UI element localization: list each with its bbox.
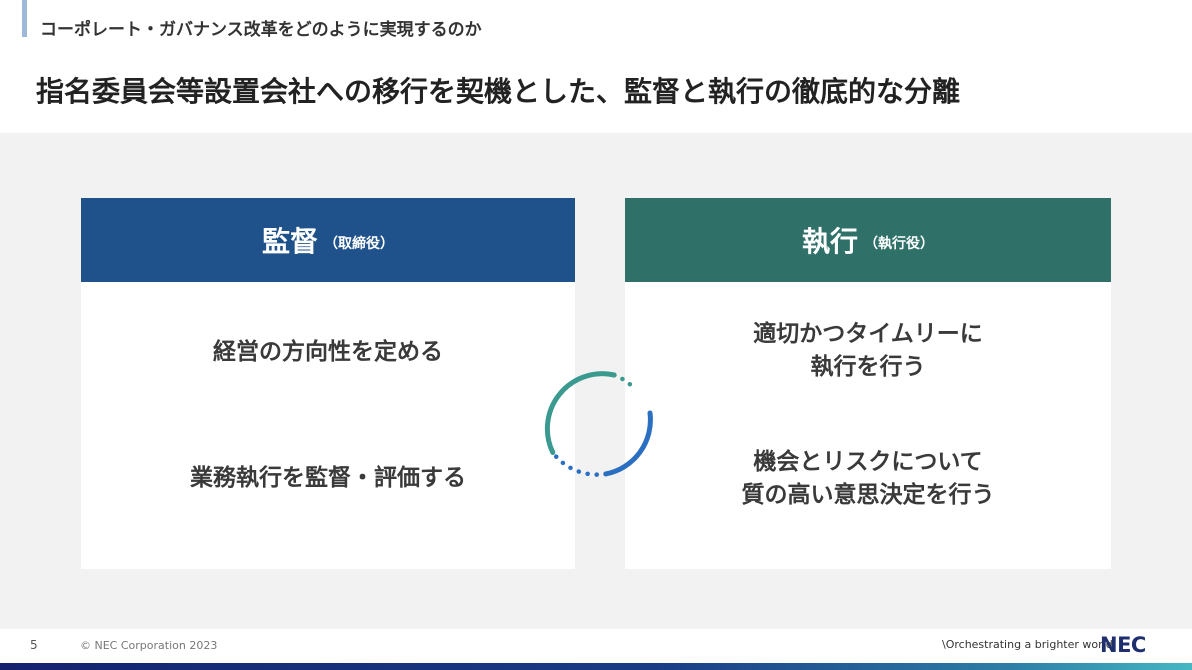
supervision-heading: 監督 bbox=[261, 225, 318, 258]
supervision-header: 監督 （取締役） bbox=[81, 198, 575, 282]
cycle-dots-teal bbox=[611, 372, 639, 393]
supervision-item-direction: 経営の方向性を定める bbox=[213, 339, 443, 365]
execution-item-timely: 適切かつタイムリーに 執行を行う bbox=[753, 321, 983, 380]
execution-header: 執行 （執行役） bbox=[625, 198, 1111, 282]
cycle-arc-blue bbox=[603, 410, 653, 477]
supervision-panel: 監督 （取締役） 経営の方向性を定める 業務執行を監督・評価する bbox=[81, 198, 575, 569]
copyright-text: © NEC Corporation 2023 bbox=[80, 639, 218, 652]
slide-header: コーポレート・ガバナンス改革をどのように実現するのか 指名委員会等設置会社への移… bbox=[0, 0, 1192, 133]
slide-subtitle: コーポレート・ガバナンス改革をどのように実現するのか bbox=[40, 20, 482, 40]
page-number: 5 bbox=[30, 638, 38, 652]
execution-subheading: （執行役） bbox=[864, 236, 934, 252]
cycle-arc-teal bbox=[544, 371, 617, 455]
supervision-item-oversight: 業務執行を監督・評価する bbox=[190, 465, 466, 491]
brand-tagline: \Orchestrating a brighter world bbox=[942, 638, 1113, 651]
slide-title: 指名委員会等設置会社への移行を契機とした、監督と執行の徹底的な分離 bbox=[36, 75, 961, 108]
execution-heading: 執行 bbox=[801, 225, 858, 258]
nec-logo: NEC bbox=[1100, 633, 1146, 657]
footer-gradient-bar bbox=[0, 663, 1192, 670]
cycle-dots-blue bbox=[550, 450, 609, 477]
execution-panel: 執行 （執行役） 適切かつタイムリーに 執行を行う 機会とリスクについて 質の高… bbox=[625, 198, 1111, 569]
execution-item-decision: 機会とリスクについて 質の高い意思決定を行う bbox=[741, 449, 995, 508]
header-accent-bar bbox=[22, 0, 27, 37]
cycle-arrows-icon bbox=[544, 371, 653, 477]
supervision-subheading: （取締役） bbox=[324, 236, 394, 252]
